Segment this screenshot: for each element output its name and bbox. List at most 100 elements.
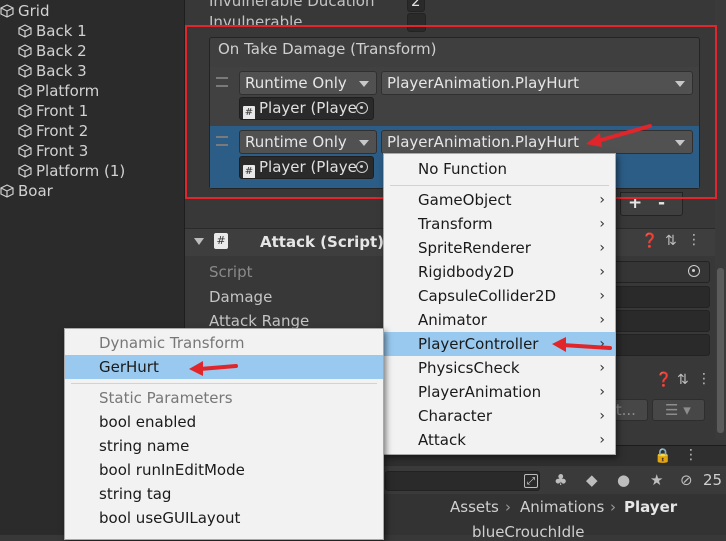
menu-item-label: bool useGUILayout	[99, 509, 241, 527]
hidden-count: 25	[703, 471, 723, 489]
hierarchy-item[interactable]: Back 1	[18, 21, 87, 41]
chevron-right-icon: ›	[599, 240, 605, 256]
hierarchy-item[interactable]: Back 2	[18, 41, 87, 61]
chevron-right-icon: ›	[599, 312, 605, 328]
menu-item-spriterenderer[interactable]: SpriteRenderer ›	[384, 236, 615, 260]
menu-item-string-name[interactable]: string name	[65, 434, 383, 458]
asset-item[interactable]: blueCrouchIdle	[472, 523, 585, 541]
hierarchy-item-label: Boar	[18, 182, 53, 200]
invulnerable-duration-label: Invulnerable Ducation	[209, 0, 375, 10]
menu-item-transform[interactable]: Transform ›	[384, 212, 615, 236]
menu-item-animator[interactable]: Animator ›	[384, 308, 615, 332]
menu-item-bool-runineditmode[interactable]: bool runInEditMode	[65, 458, 383, 482]
menu-item-label: Character	[418, 407, 493, 425]
menu-item-label: CapsuleCollider2D	[418, 287, 557, 305]
chevron-right-icon: ›	[599, 384, 605, 400]
menu-item-no-function[interactable]: No Function	[384, 157, 615, 181]
menu-item-label: GameObject	[418, 191, 512, 209]
hierarchy-item-label: Front 1	[36, 102, 89, 120]
breadcrumb-assets[interactable]: Assets	[450, 498, 499, 516]
lock-icon[interactable]: 🔒	[654, 448, 671, 464]
chevron-right-icon: ›	[599, 408, 605, 424]
scrollbar-thumb[interactable]	[717, 268, 724, 433]
chevron-right-icon: ›	[599, 192, 605, 208]
search-input[interactable]	[385, 471, 540, 491]
help-icon[interactable]: ❓	[655, 372, 672, 388]
damage-field[interactable]	[600, 286, 710, 308]
breadcrumb-player[interactable]: Player	[624, 498, 677, 516]
chevron-right-icon: ›	[599, 288, 605, 304]
breadcrumb-separator-icon: ›	[505, 498, 511, 516]
more-options-icon[interactable]: ⋮	[687, 232, 701, 248]
breadcrumb-animations[interactable]: Animations	[520, 498, 604, 516]
menu-item-gameobject[interactable]: GameObject ›	[384, 188, 615, 212]
gameobject-icon	[18, 44, 32, 58]
menu-item-character[interactable]: Character ›	[384, 404, 615, 428]
menu-item-label: PhysicsCheck	[418, 359, 520, 377]
foldout-icon[interactable]	[194, 238, 204, 245]
hierarchy-item[interactable]: Platform (1)	[18, 161, 125, 181]
menu-item-capsulecollider2d[interactable]: CapsuleCollider2D ›	[384, 284, 615, 308]
menu-item-string-tag[interactable]: string tag	[65, 482, 383, 506]
menu-item-label: Attack	[418, 431, 466, 449]
hierarchy-item[interactable]: Front 2	[18, 121, 88, 141]
object-picker-icon[interactable]	[688, 265, 700, 277]
chevron-right-icon: ›	[599, 432, 605, 448]
search-options-icon[interactable]: ⤢	[524, 474, 538, 488]
hierarchy-item-label: Platform (1)	[36, 162, 126, 180]
invulnerable-duration-value: 2	[411, 0, 421, 10]
hierarchy-item-label: Back 3	[36, 62, 87, 80]
hierarchy-item[interactable]: Platform	[18, 81, 99, 101]
gameobject-icon	[18, 24, 32, 38]
menu-item-label: GerHurt	[99, 358, 159, 376]
hierarchy-item-label: Grid	[18, 2, 50, 20]
hierarchy-item[interactable]: Boar	[0, 181, 53, 201]
hierarchy-item[interactable]: Front 3	[18, 141, 88, 161]
menu-item-bool-useguilayout[interactable]: bool useGUILayout	[65, 506, 383, 530]
annotation-arrow-icon	[552, 337, 612, 352]
menu-item-label: PlayerAnimation	[418, 383, 542, 401]
menu-item-playeranimation[interactable]: PlayerAnimation ›	[384, 380, 615, 404]
hierarchy-item[interactable]: Front 1	[18, 101, 88, 121]
hierarchy-item-label: Front 3	[36, 142, 89, 160]
presets-icon[interactable]: ⇅	[665, 233, 677, 249]
menu-item-label: Transform	[418, 215, 493, 233]
menu-item-rigidbody2d[interactable]: Rigidbody2D ›	[384, 260, 615, 284]
submenu-header-label: Static Parameters	[99, 389, 233, 407]
visibility-icon[interactable]: ⊘	[680, 471, 693, 489]
chevron-right-icon: ›	[599, 264, 605, 280]
script-label: Script	[209, 263, 253, 281]
annotation-arrow-icon	[189, 361, 238, 376]
component-title: Attack (Script)	[260, 233, 385, 251]
menu-item-label: SpriteRenderer	[418, 239, 531, 257]
list-options-icon[interactable]: ☰ ▾	[652, 399, 705, 421]
presets-icon[interactable]: ⇅	[677, 372, 689, 388]
attack-range-field[interactable]	[600, 310, 710, 332]
menu-separator	[390, 185, 609, 186]
hierarchy-item[interactable]: Back 3	[18, 61, 87, 81]
gameobject-icon	[0, 184, 14, 198]
annotation-arrow-icon	[586, 124, 652, 147]
more-options-icon[interactable]: ⋮	[697, 371, 711, 387]
gameobject-icon	[18, 104, 32, 118]
star-icon[interactable]: ★	[650, 471, 663, 489]
gameobject-icon	[18, 164, 32, 178]
scene-icon[interactable]: ♣	[554, 471, 567, 489]
menu-item-physicscheck[interactable]: PhysicsCheck ›	[384, 356, 615, 380]
gameobject-icon	[18, 84, 32, 98]
more-options-icon[interactable]: ⋮	[684, 447, 698, 463]
menu-item-label: string name	[99, 437, 190, 455]
gameobject-icon	[0, 4, 14, 18]
warning-icon[interactable]: ●	[617, 471, 630, 489]
submenu-header-dynamic: Dynamic Transform	[65, 331, 383, 355]
menu-item-label: string tag	[99, 485, 172, 503]
help-icon[interactable]: ❓	[641, 233, 658, 249]
breadcrumb-separator-icon: ›	[610, 498, 616, 516]
submenu-header-label: Dynamic Transform	[99, 334, 245, 352]
script-icon: #	[214, 233, 228, 249]
menu-item-label: Rigidbody2D	[418, 263, 514, 281]
menu-item-attack[interactable]: Attack ›	[384, 428, 615, 452]
menu-item-bool-enabled[interactable]: bool enabled	[65, 410, 383, 434]
hierarchy-item[interactable]: Grid	[0, 1, 49, 21]
label-icon[interactable]: ◆	[586, 471, 598, 489]
